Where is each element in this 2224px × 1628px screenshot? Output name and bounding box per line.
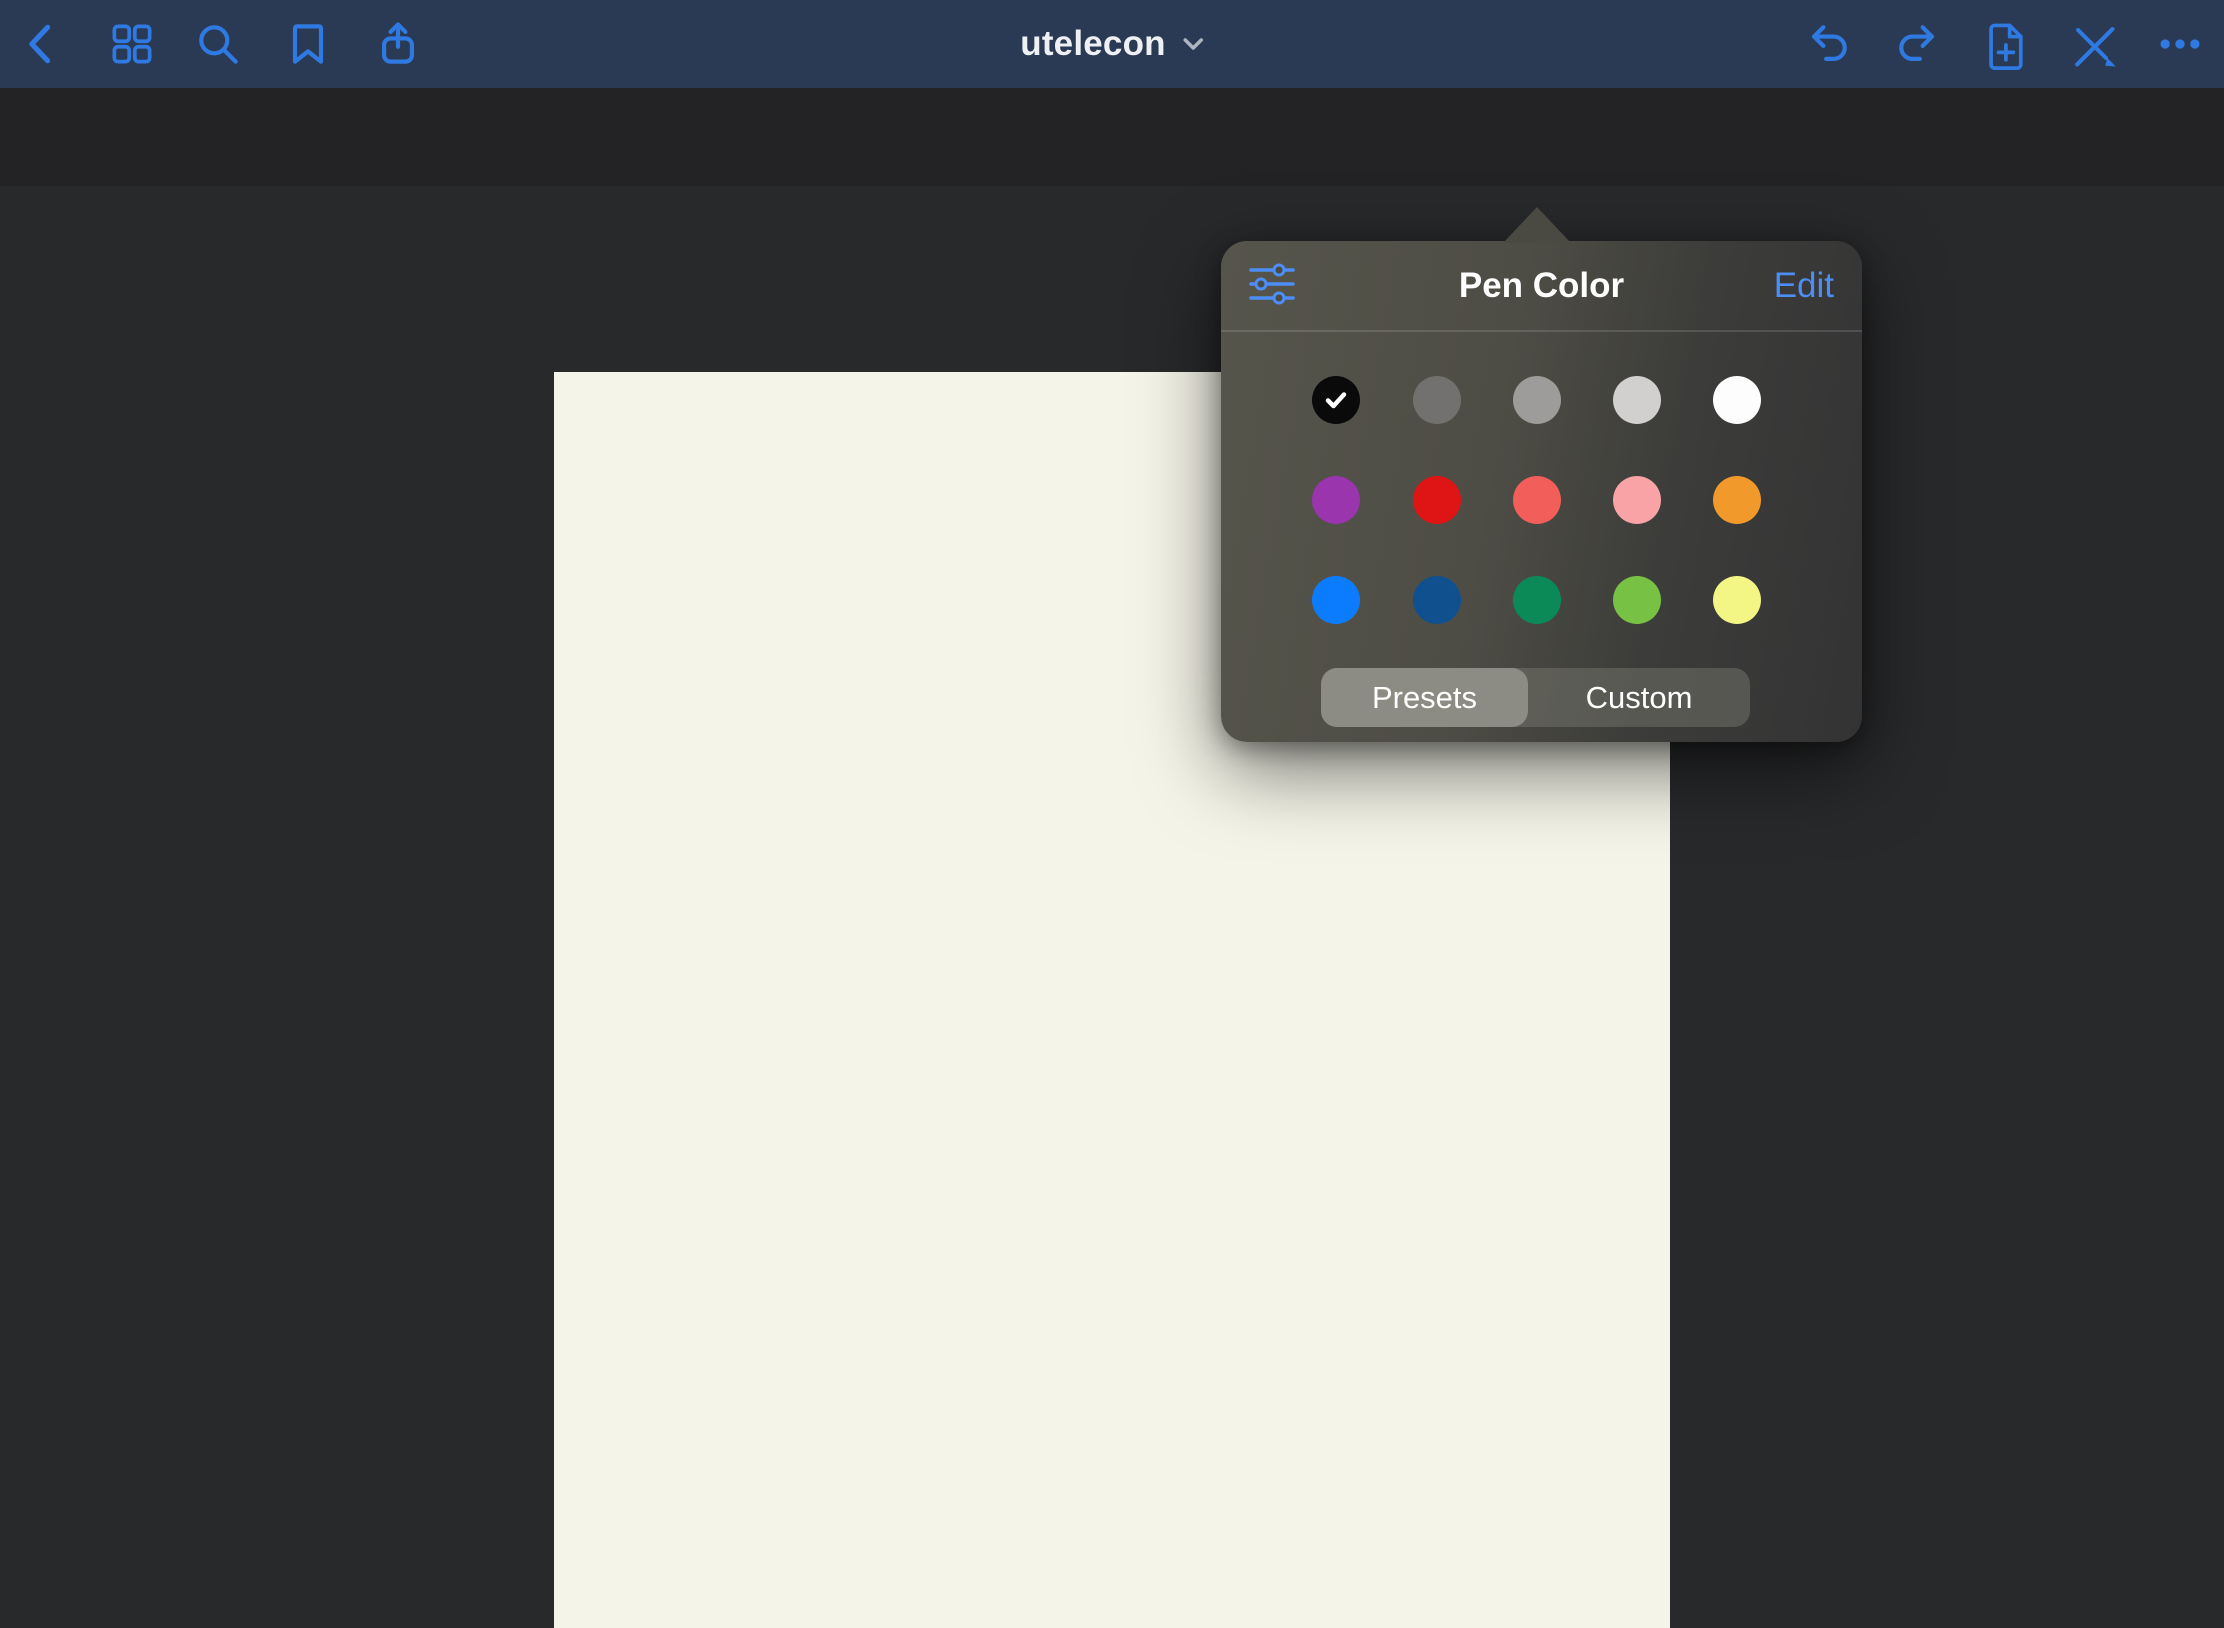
add-page-button[interactable] (1977, 16, 2033, 72)
back-button[interactable] (15, 16, 71, 72)
page-thumbnails-icon (106, 18, 158, 70)
bookmark-button[interactable] (280, 16, 336, 72)
app-screen: utelecon (0, 0, 2224, 1628)
add-page-icon (1979, 18, 2031, 70)
end-editing-pencil-icon (2066, 18, 2118, 70)
popover-arrow (1503, 207, 1571, 243)
swatch-light-gray[interactable] (1613, 376, 1661, 424)
swatch-dark-gray[interactable] (1413, 376, 1461, 424)
back-chevron-icon (17, 18, 69, 70)
title-chevron-down-icon (1182, 37, 1204, 51)
search-icon (192, 18, 244, 70)
swatch-yellow[interactable] (1713, 576, 1761, 624)
ellipsis-icon (2154, 18, 2206, 70)
page-thumbnails-button[interactable] (104, 16, 160, 72)
swatch-green[interactable] (1513, 576, 1561, 624)
swatch-light-green[interactable] (1613, 576, 1661, 624)
share-icon (372, 18, 424, 70)
redo-button[interactable] (1890, 16, 1946, 72)
edit-colors-button[interactable]: Edit (1774, 241, 1834, 330)
swatch-blue[interactable] (1312, 576, 1360, 624)
presets-custom-segmented-control: Presets Custom (1321, 668, 1750, 727)
more-options-button[interactable] (2152, 16, 2208, 72)
share-button[interactable] (370, 16, 426, 72)
tab-presets[interactable]: Presets (1321, 668, 1528, 727)
checkmark-icon (1323, 387, 1349, 413)
swatch-coral[interactable] (1513, 476, 1561, 524)
undo-button[interactable] (1800, 16, 1856, 72)
swatch-white[interactable] (1713, 376, 1761, 424)
document-title-button[interactable]: utelecon (1020, 0, 1204, 88)
swatch-orange[interactable] (1713, 476, 1761, 524)
bookmark-icon (282, 18, 334, 70)
redo-icon (1892, 18, 1944, 70)
undo-icon (1802, 18, 1854, 70)
pen-color-popover: Pen Color Edit Presets Custom (1221, 241, 1862, 742)
search-button[interactable] (190, 16, 246, 72)
swatch-red[interactable] (1413, 476, 1461, 524)
swatch-black-selected[interactable] (1312, 376, 1360, 424)
swatch-gray[interactable] (1513, 376, 1561, 424)
popover-title: Pen Color (1221, 241, 1862, 330)
top-navigation-bar: utelecon (0, 0, 2224, 88)
popover-separator (1221, 330, 1862, 332)
document-title: utelecon (1020, 24, 1166, 64)
tab-custom[interactable]: Custom (1528, 668, 1750, 727)
swatch-pink[interactable] (1613, 476, 1661, 524)
end-editing-button[interactable] (2064, 16, 2120, 72)
popover-header: Pen Color Edit (1221, 241, 1862, 330)
swatch-purple[interactable] (1312, 476, 1360, 524)
tool-bar: a (0, 88, 2224, 186)
swatch-navy[interactable] (1413, 576, 1461, 624)
canvas-background (0, 186, 2224, 1628)
